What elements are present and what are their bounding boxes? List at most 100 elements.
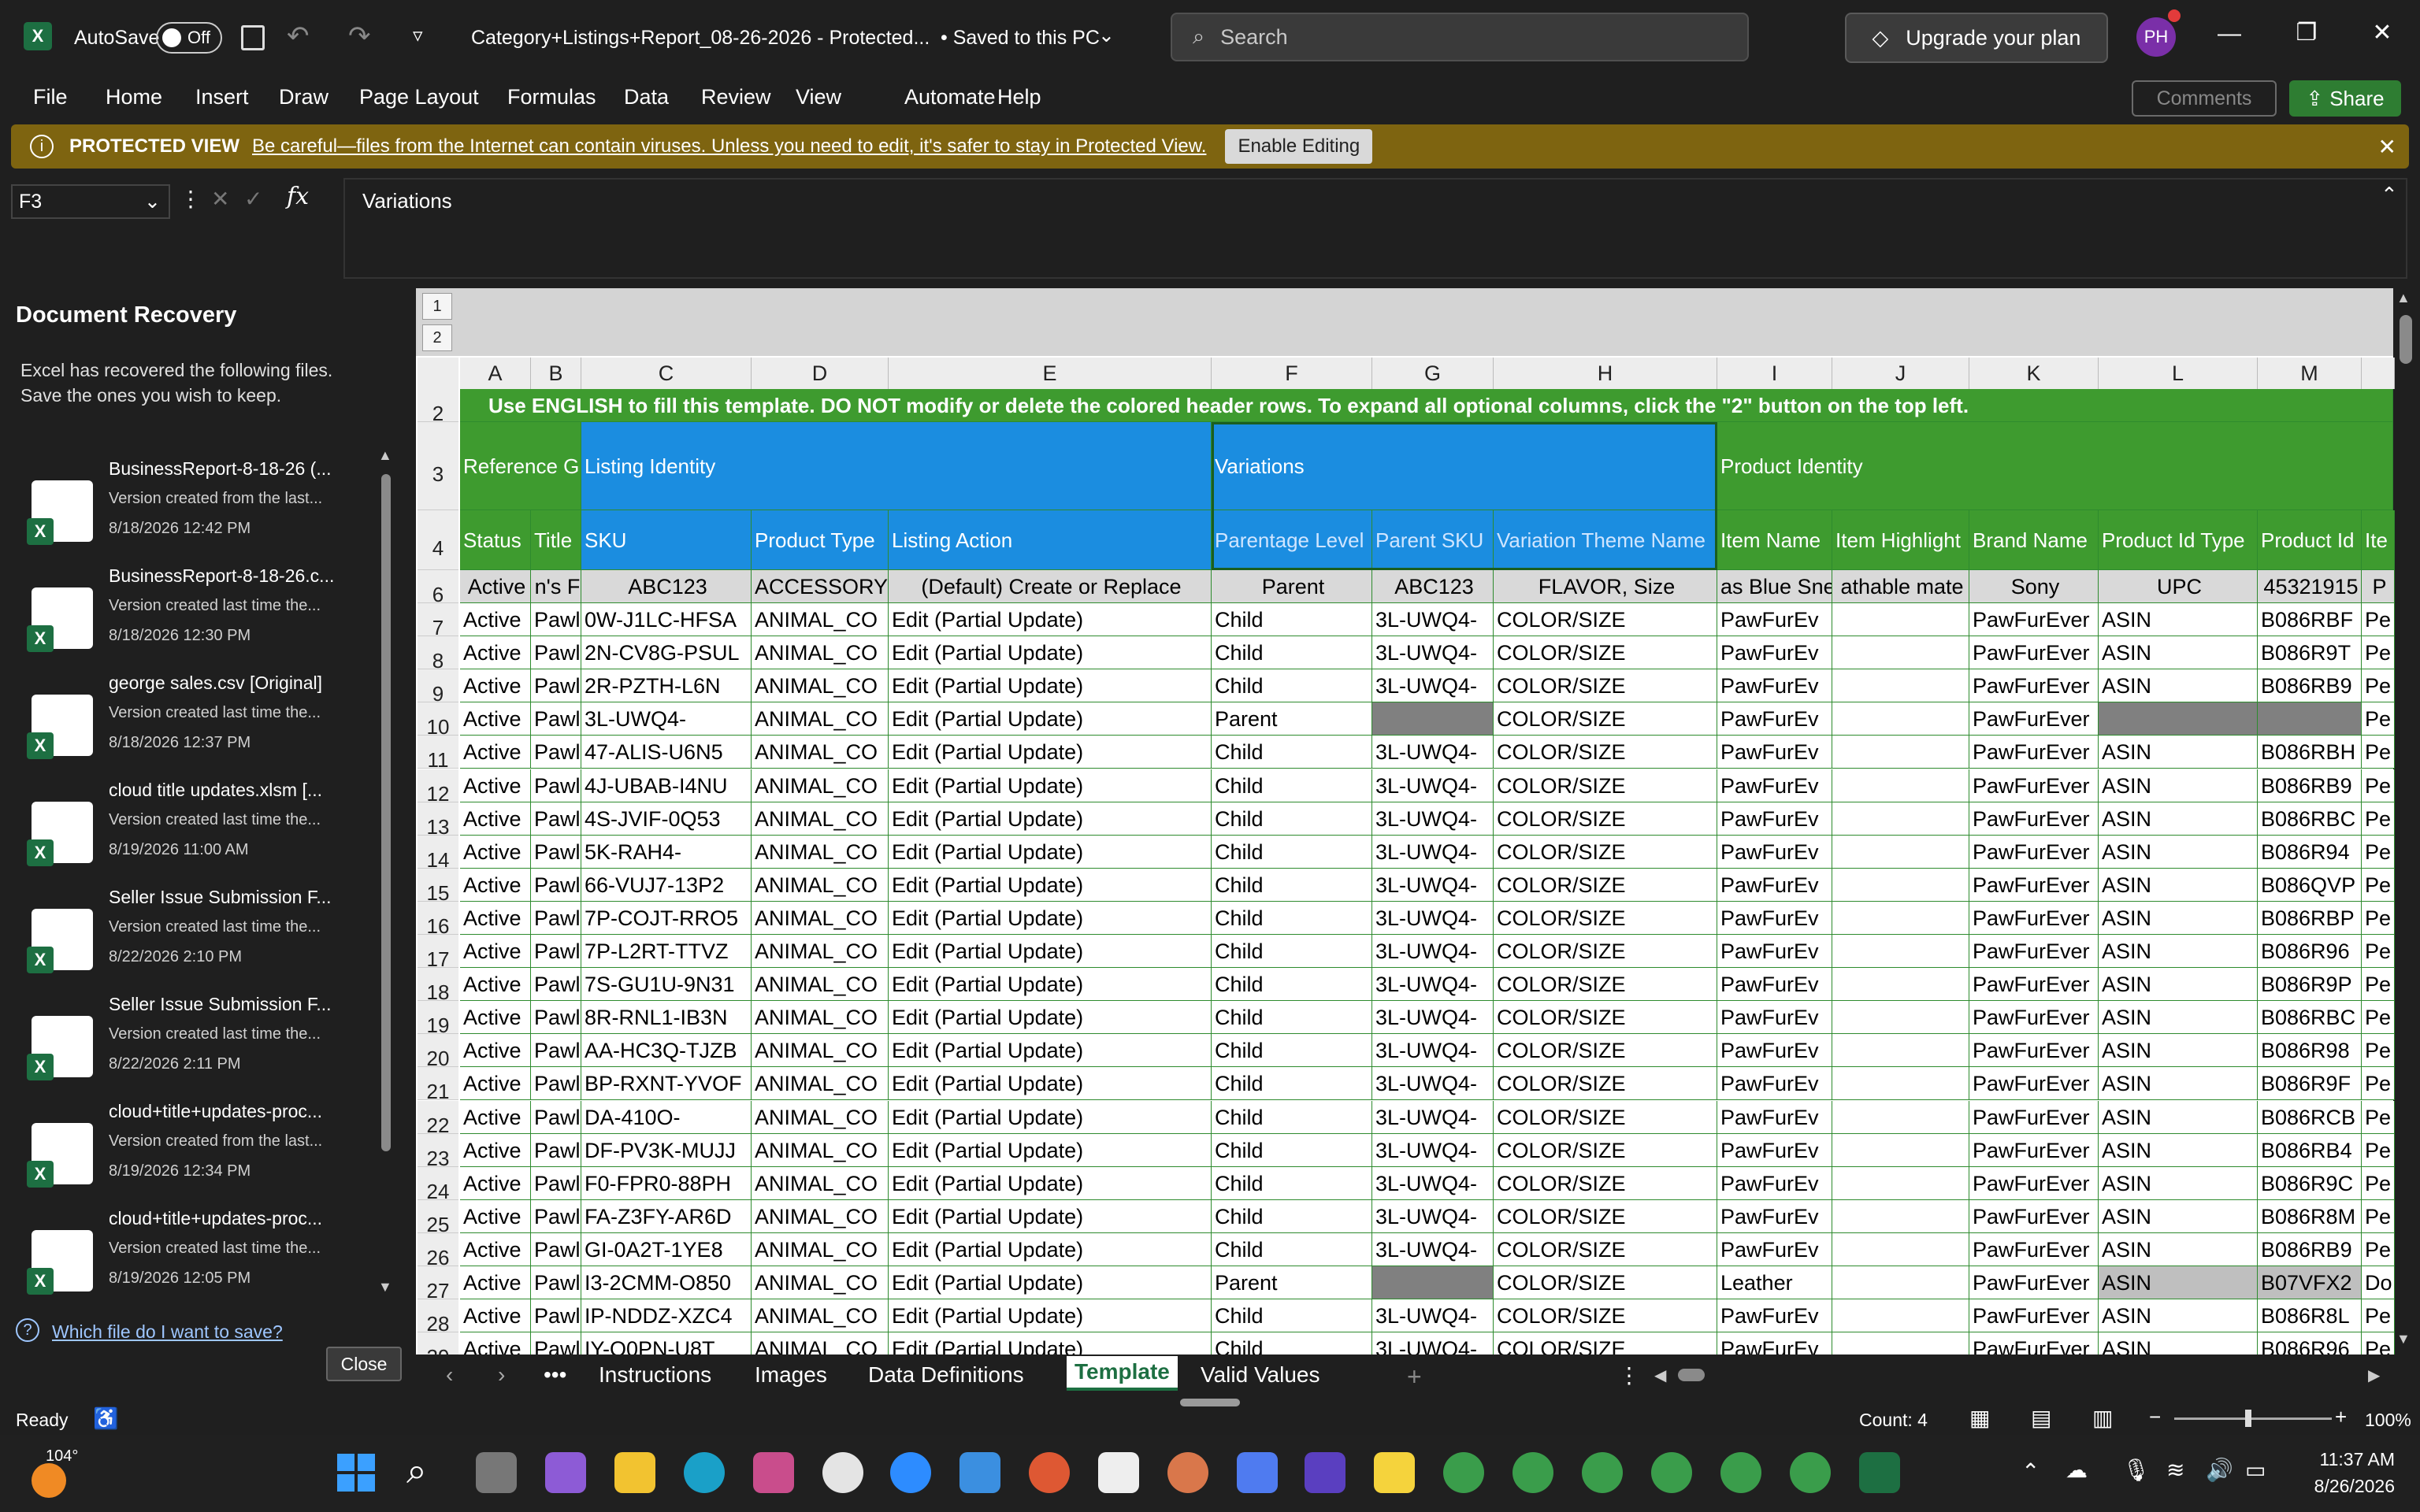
table-cell[interactable]: Active — [460, 1166, 531, 1200]
table-cell[interactable]: ASIN — [2099, 1001, 2258, 1035]
row-header[interactable]: 3 — [418, 422, 458, 510]
table-cell[interactable]: ANIMAL_CO — [752, 669, 889, 703]
example-cell[interactable]: Active — [460, 570, 531, 603]
table-cell[interactable]: COLOR/SIZE — [1494, 802, 1717, 836]
zoom-in-icon[interactable]: + — [2335, 1405, 2347, 1429]
save-icon[interactable] — [241, 25, 265, 50]
table-cell[interactable]: Pe — [2362, 1067, 2395, 1101]
table-cell[interactable]: PawFurEv — [1717, 968, 1832, 1002]
table-cell[interactable]: ANIMAL_CO — [752, 603, 889, 636]
table-cell[interactable]: Pawl — [531, 736, 581, 769]
table-cell[interactable]: PawFurEv — [1717, 636, 1832, 670]
table-cell[interactable]: 3L-UWQ4- — [1372, 736, 1494, 769]
table-cell[interactable]: Pe — [2362, 1100, 2395, 1134]
scroll-up-icon[interactable]: ▲ — [2396, 290, 2411, 306]
field-header[interactable]: Title — [531, 510, 581, 570]
table-cell[interactable]: 3L-UWQ4- — [581, 702, 752, 736]
table-cell[interactable]: 66-VUJ7-13P2 — [581, 868, 752, 902]
table-cell[interactable]: ASIN — [2099, 802, 2258, 836]
table-cell[interactable]: BP-RXNT-YVOF — [581, 1067, 752, 1101]
row-header[interactable]: 26 — [418, 1232, 458, 1269]
table-cell[interactable]: Child — [1212, 1100, 1372, 1134]
scroll-down-icon[interactable]: ▼ — [378, 1279, 392, 1295]
formula-input[interactable]: Variations — [343, 178, 2407, 279]
table-cell[interactable]: Edit (Partial Update) — [889, 1001, 1212, 1035]
table-cell[interactable]: B086RB9 — [2258, 769, 2362, 802]
table-cell[interactable]: FA-Z3FY-AR6D — [581, 1199, 752, 1233]
recovery-file-item[interactable]: Xcloud+title+updates-proc... Version crea… — [24, 1101, 354, 1206]
table-cell[interactable]: Active — [460, 1266, 531, 1299]
table-cell[interactable]: Child — [1212, 868, 1372, 902]
table-cell[interactable]: ANIMAL_CO — [752, 636, 889, 670]
table-cell[interactable]: 2N-CV8G-PSUL — [581, 636, 752, 670]
table-cell[interactable]: Leather — [1717, 1266, 1832, 1299]
table-cell[interactable]: 8R-RNL1-IB3N — [581, 1001, 752, 1035]
field-header[interactable]: Item Name — [1717, 510, 1832, 570]
field-header[interactable]: Product Id Type — [2099, 510, 2258, 570]
table-cell[interactable] — [1832, 1166, 1969, 1200]
table-cell[interactable]: Active — [460, 1299, 531, 1333]
table-cell[interactable]: ASIN — [2099, 1166, 2258, 1200]
scrollbar-thumb[interactable] — [381, 474, 391, 1151]
table-cell[interactable]: Child — [1212, 1199, 1372, 1233]
row-header[interactable]: 28 — [418, 1299, 458, 1336]
chrome-icon[interactable] — [1790, 1452, 1831, 1493]
tab-images[interactable]: Images — [755, 1362, 827, 1388]
menu-item[interactable]: Data — [624, 85, 669, 109]
scroll-up-icon[interactable]: ▲ — [378, 447, 392, 464]
table-cell[interactable]: Pe — [2362, 968, 2395, 1002]
table-cell[interactable]: Active — [460, 968, 531, 1002]
table-cell[interactable]: ANIMAL_CO — [752, 702, 889, 736]
table-cell[interactable]: PawFurEv — [1717, 1133, 1832, 1167]
table-cell[interactable]: Edit (Partial Update) — [889, 669, 1212, 703]
table-cell[interactable]: ANIMAL_CO — [752, 1034, 889, 1068]
row-header[interactable]: 17 — [418, 935, 458, 971]
table-cell[interactable]: COLOR/SIZE — [1494, 1034, 1717, 1068]
gemini-icon[interactable] — [1237, 1452, 1278, 1493]
tab-valid-values[interactable]: Valid Values — [1201, 1362, 1320, 1388]
table-cell[interactable]: PawFurEv — [1717, 1067, 1832, 1101]
example-cell[interactable]: athable mate — [1832, 570, 1969, 603]
table-cell[interactable]: PawFurEver — [1969, 1034, 2099, 1068]
table-cell[interactable]: ANIMAL_CO — [752, 1100, 889, 1134]
field-header[interactable]: Ite — [2362, 510, 2395, 570]
table-cell[interactable]: B086RBC — [2258, 802, 2362, 836]
table-cell[interactable]: Edit (Partial Update) — [889, 702, 1212, 736]
table-cell[interactable]: Edit (Partial Update) — [889, 1199, 1212, 1233]
table-cell[interactable]: Child — [1212, 1067, 1372, 1101]
table-cell[interactable]: Edit (Partial Update) — [889, 1266, 1212, 1299]
table-cell[interactable]: Active — [460, 736, 531, 769]
table-cell[interactable]: PawFurEver — [1969, 669, 2099, 703]
table-cell[interactable]: DF-PV3K-MUJJ — [581, 1133, 752, 1167]
row-header[interactable]: 20 — [418, 1034, 458, 1070]
table-cell[interactable]: 3L-UWQ4- — [1372, 603, 1494, 636]
table-cell[interactable]: 3L-UWQ4- — [1372, 1199, 1494, 1233]
table-cell[interactable]: Edit (Partial Update) — [889, 1133, 1212, 1167]
table-cell[interactable] — [1832, 1133, 1969, 1167]
wifi-icon[interactable]: ≋ — [2166, 1457, 2184, 1483]
recovery-file-item[interactable]: X Seller Issue Submission F... Version cre… — [24, 887, 354, 992]
table-cell[interactable]: GI-0A2T-1YE8 — [581, 1232, 752, 1266]
comments-button[interactable]: Comments — [2132, 80, 2277, 117]
recovery-file-item[interactable]: Xcloud+title+updates-proc... Version crea… — [24, 1208, 354, 1314]
table-cell[interactable]: 0W-J1LC-HFSA — [581, 603, 752, 636]
table-cell[interactable]: Pe — [2362, 603, 2395, 636]
table-cell[interactable]: Edit (Partial Update) — [889, 835, 1212, 869]
table-cell[interactable]: ASIN — [2099, 603, 2258, 636]
scroll-left-icon[interactable]: ◀ — [1654, 1366, 1666, 1385]
example-cell[interactable]: as Blue Sne — [1717, 570, 1832, 603]
row-header[interactable]: 11 — [418, 736, 458, 772]
table-cell[interactable]: Pe — [2362, 901, 2395, 935]
table-cell[interactable]: COLOR/SIZE — [1494, 1001, 1717, 1035]
recovery-file-item[interactable]: X BusinessReport-8-18-26 (... Version crea… — [24, 458, 354, 564]
weather-icon[interactable] — [32, 1463, 66, 1498]
tray-overflow-icon[interactable]: ⌃ — [2021, 1458, 2040, 1484]
example-cell[interactable]: P — [2362, 570, 2395, 603]
table-cell[interactable]: Edit (Partial Update) — [889, 802, 1212, 836]
menu-item[interactable]: Review — [701, 85, 771, 109]
table-cell[interactable]: 3L-UWQ4- — [1372, 968, 1494, 1002]
save-status[interactable]: • Saved to this PC — [941, 27, 1100, 50]
table-cell[interactable]: ASIN — [2099, 769, 2258, 802]
field-header[interactable]: Status — [460, 510, 531, 570]
table-cell[interactable] — [1832, 1100, 1969, 1134]
